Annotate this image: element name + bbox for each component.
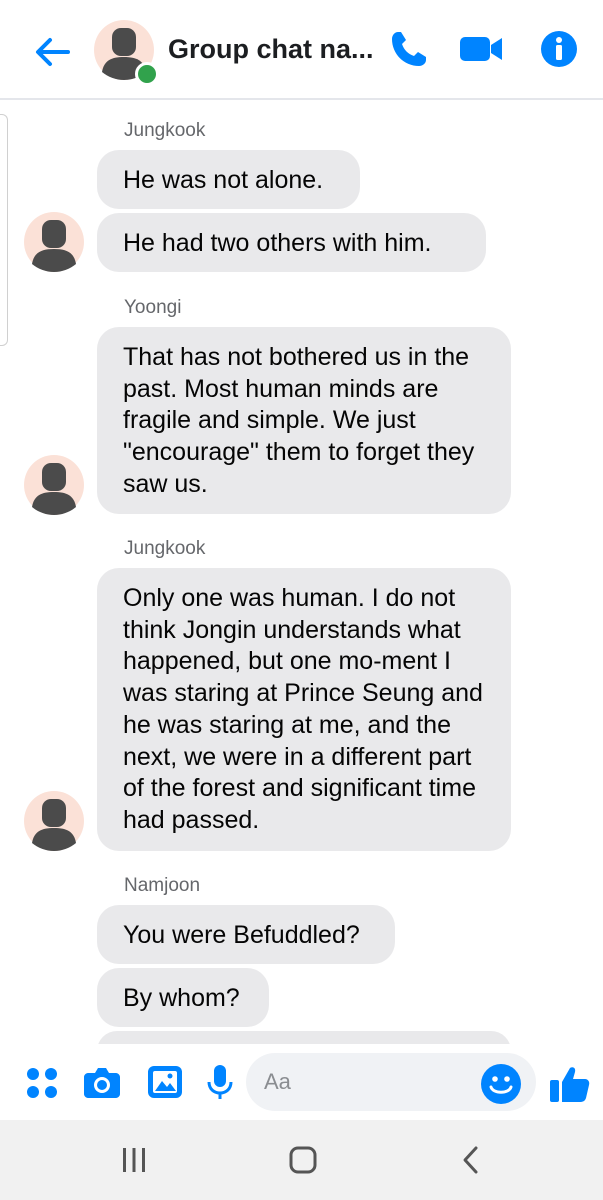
chat-header: Group chat na... <box>0 0 603 100</box>
video-camera-icon[interactable] <box>458 26 504 72</box>
recent-apps-icon[interactable] <box>114 1140 154 1180</box>
message-bubble[interactable]: He had two others with him. <box>97 213 486 272</box>
apps-grid-icon[interactable] <box>22 1063 62 1103</box>
microphone-icon[interactable] <box>200 1062 240 1102</box>
back-icon[interactable] <box>452 1140 492 1180</box>
gallery-icon[interactable] <box>145 1062 185 1102</box>
message-bubble[interactable]: He was not alone. <box>97 150 360 209</box>
message-composer <box>0 1044 603 1120</box>
info-icon[interactable] <box>536 26 582 72</box>
sender-name: Jungkook <box>124 538 206 559</box>
message-bubble[interactable]: By whom? <box>97 968 269 1027</box>
home-icon[interactable] <box>283 1140 323 1180</box>
sender-name: Jungkook <box>124 120 206 141</box>
system-navigation-bar <box>0 1120 603 1200</box>
sender-name: Namjoon <box>124 875 201 896</box>
sender-avatar[interactable] <box>24 455 84 515</box>
chat-title[interactable]: Group chat na... <box>168 34 374 65</box>
message-bubble[interactable]: Only one was human. I do not think Jongi… <box>97 568 511 851</box>
sender-avatar[interactable] <box>24 791 84 851</box>
phone-icon[interactable] <box>386 26 432 72</box>
emoji-icon[interactable] <box>480 1063 522 1105</box>
back-arrow-icon[interactable] <box>28 30 76 74</box>
sender-name: Yoongi <box>124 297 182 318</box>
message-bubble[interactable]: That has not bothered us in the past. Mo… <box>97 327 511 514</box>
thumbs-up-icon[interactable] <box>548 1062 592 1106</box>
camera-icon[interactable] <box>82 1062 122 1102</box>
scroll-indicator[interactable] <box>0 114 8 346</box>
online-status-dot <box>135 62 159 86</box>
message-bubble[interactable]: You were Befuddled? <box>97 905 395 964</box>
sender-avatar[interactable] <box>24 212 84 272</box>
